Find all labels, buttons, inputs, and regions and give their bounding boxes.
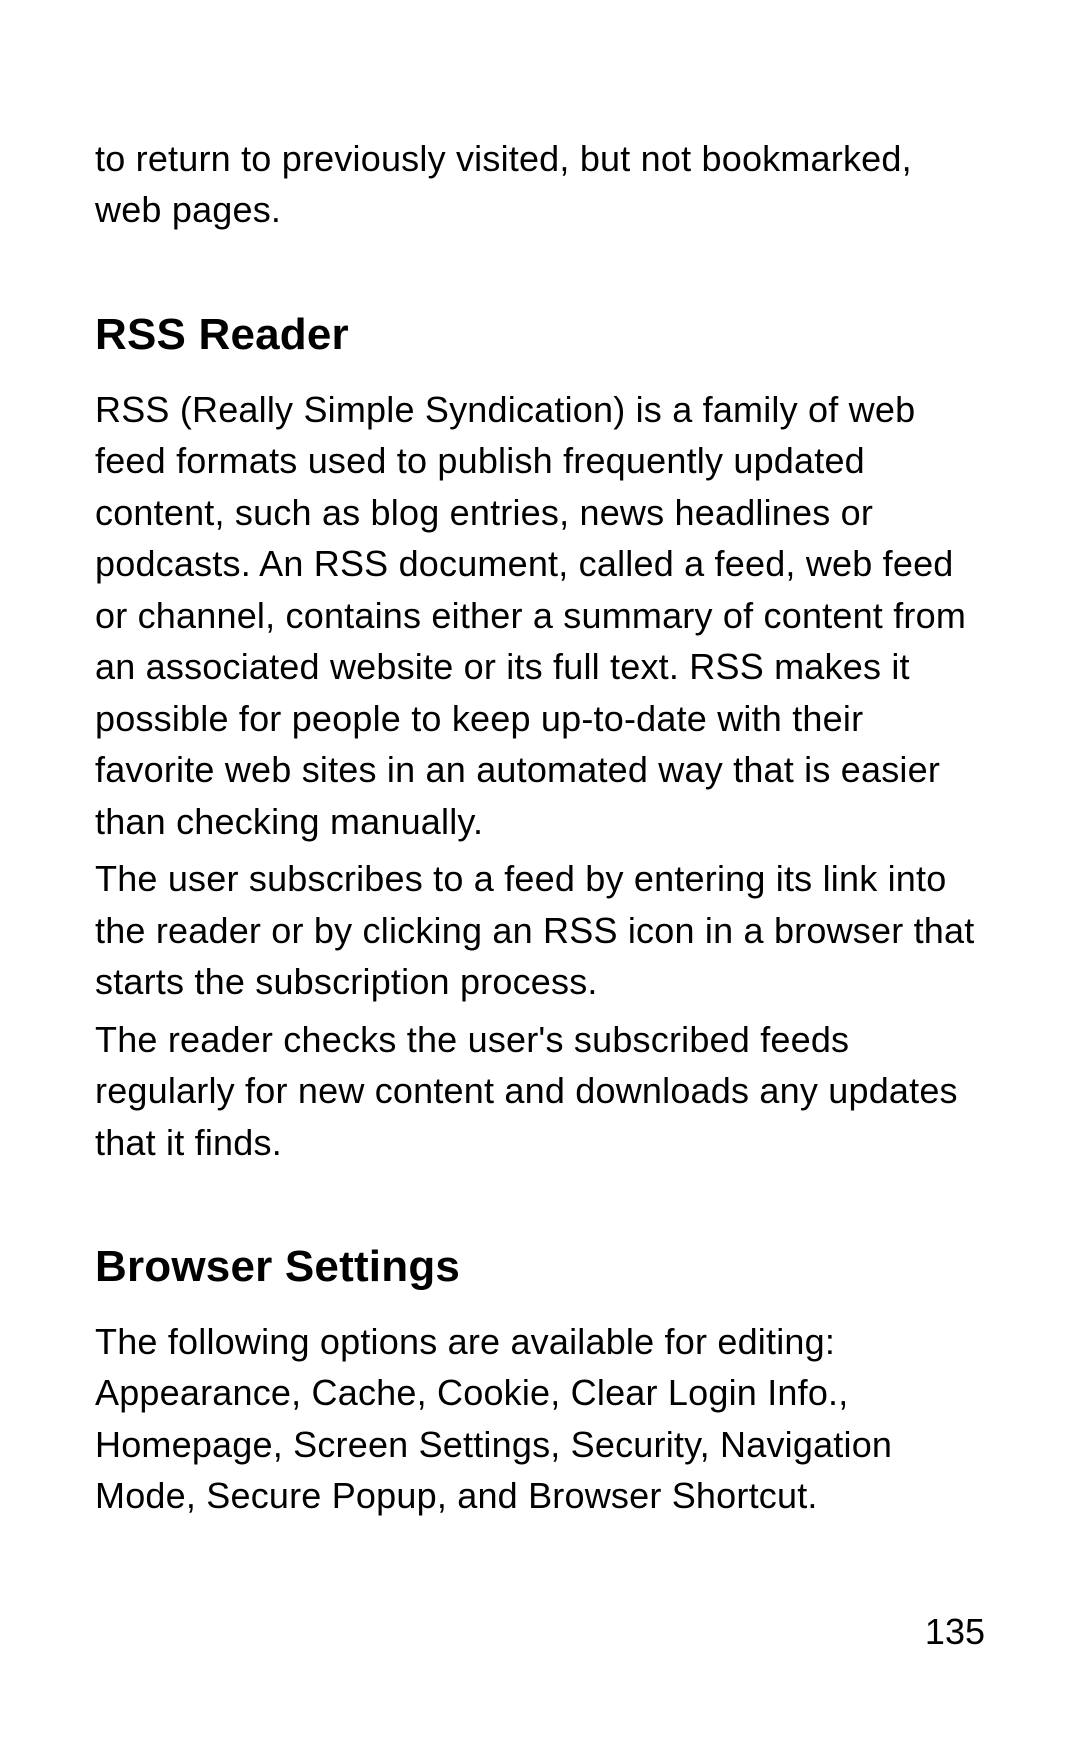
page-number: 135 [925, 1611, 985, 1653]
paragraph: The user subscribes to a feed by enterin… [95, 853, 985, 1007]
paragraph: RSS (Really Simple Syndication) is a fam… [95, 384, 985, 847]
paragraph: The following options are available for … [95, 1316, 985, 1522]
paragraph: The reader checks the user's subscribed … [95, 1014, 985, 1168]
document-page: to return to previously visited, but not… [0, 0, 1080, 1761]
section-heading-rss-reader: RSS Reader [95, 310, 985, 360]
section-heading-browser-settings: Browser Settings [95, 1242, 985, 1292]
continuation-paragraph: to return to previously visited, but not… [95, 133, 985, 236]
